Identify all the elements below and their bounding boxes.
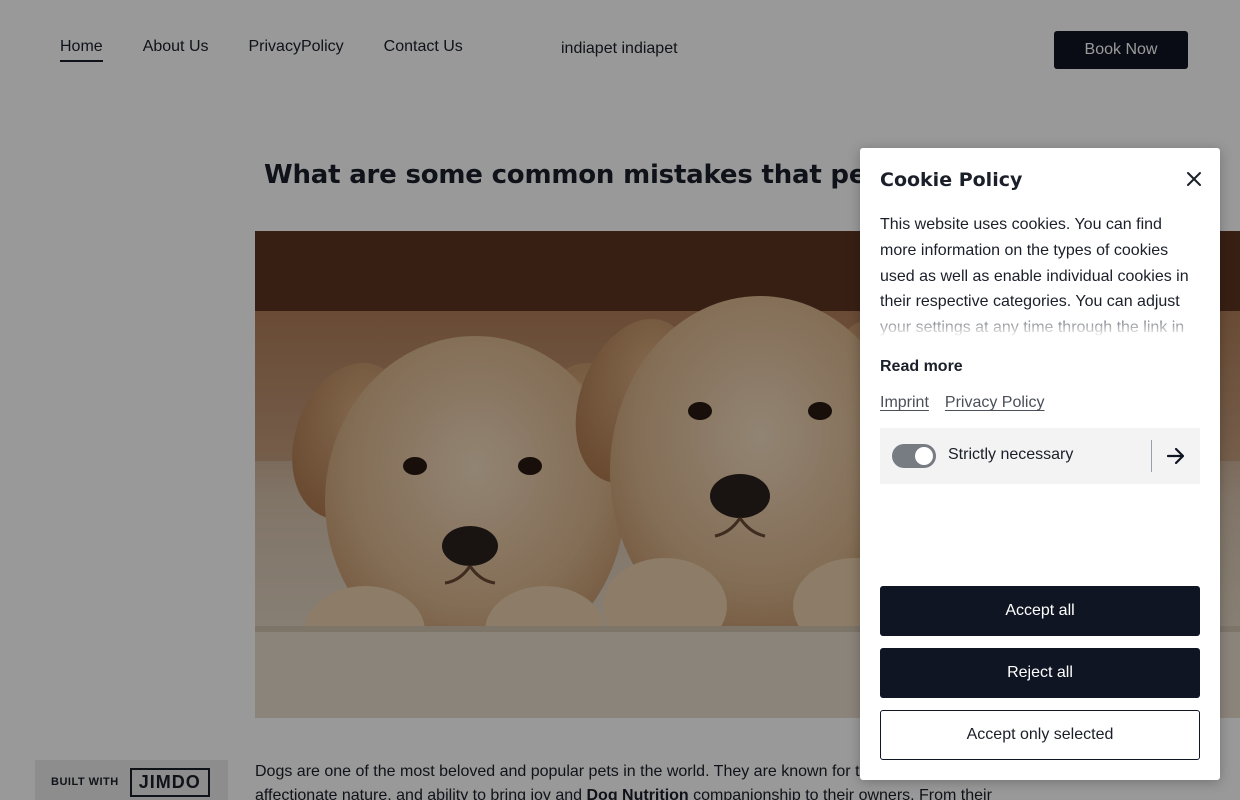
description-fade xyxy=(880,308,1202,336)
category-expand-button[interactable] xyxy=(1164,444,1188,468)
legal-links: Imprint Privacy Policy xyxy=(880,394,1044,412)
strictly-necessary-toggle[interactable] xyxy=(892,444,936,468)
arrow-right-icon xyxy=(1166,447,1185,465)
cookie-description-scroll[interactable]: This website uses cookies. You can find … xyxy=(880,212,1202,336)
category-divider xyxy=(1151,440,1152,472)
accept-only-selected-button[interactable]: Accept only selected xyxy=(880,710,1200,760)
category-label: Strictly necessary xyxy=(948,446,1074,463)
imprint-link[interactable]: Imprint xyxy=(880,394,929,412)
cookie-policy-dialog: Cookie Policy This website uses cookies.… xyxy=(860,148,1220,780)
cookie-dialog-title: Cookie Policy xyxy=(880,169,1023,191)
close-icon xyxy=(1187,172,1201,186)
close-button[interactable] xyxy=(1182,167,1206,191)
accept-all-button[interactable]: Accept all xyxy=(880,586,1200,636)
toggle-knob xyxy=(915,447,933,465)
reject-all-button[interactable]: Reject all xyxy=(880,648,1200,698)
cookie-category-strictly-necessary: Strictly necessary xyxy=(880,428,1200,484)
privacy-policy-link[interactable]: Privacy Policy xyxy=(945,394,1045,412)
read-more-link[interactable]: Read more xyxy=(880,358,963,376)
